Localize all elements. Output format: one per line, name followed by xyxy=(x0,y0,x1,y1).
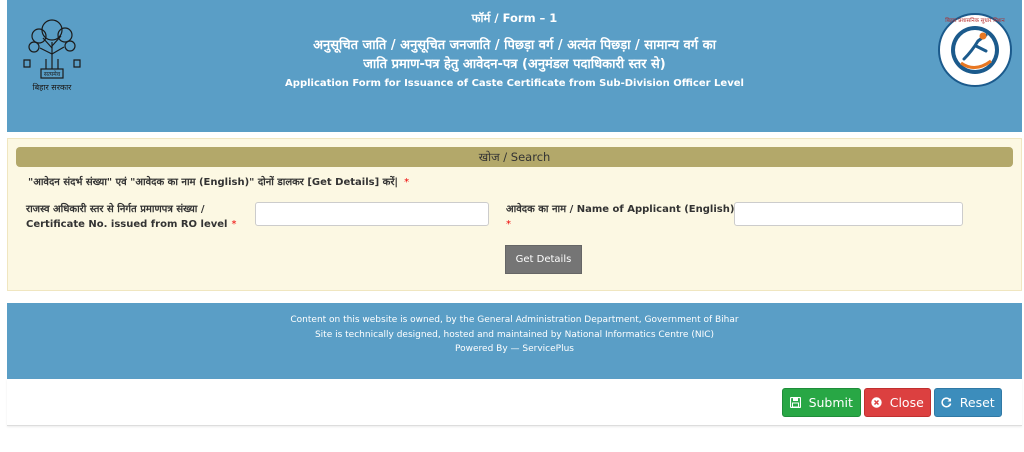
required-marker: * xyxy=(506,219,511,230)
footer-nic-text: Site is technically designed, hosted and… xyxy=(314,329,715,340)
form-title-hindi-line2: जाति प्रमाण-पत्र हेतु आवेदन-पत्र (अनुमंड… xyxy=(363,57,666,72)
admin-reform-mission-logo: बिहार प्रशासनिक सुधार मिशन xyxy=(936,11,1014,89)
footer-ownership-text: Content on this website is owned, by the… xyxy=(290,315,739,325)
search-instruction-text: "आवेदन संदर्भ संख्या" एवं "आवेदक का नाम … xyxy=(28,177,399,188)
applicant-name-input[interactable] xyxy=(734,202,963,226)
close-label: Close xyxy=(889,395,924,410)
save-icon xyxy=(789,396,805,410)
search-section-header: खोज / Search xyxy=(16,147,1013,167)
certificate-number-label-english: Certificate No. issued from RO level xyxy=(26,219,228,230)
search-panel: खोज / Search "आवेदन संदर्भ संख्या" एवं "… xyxy=(7,138,1022,291)
svg-text:सत्यमेव: सत्यमेव xyxy=(44,70,61,78)
page-header: सत्यमेव बिहार सरकार फॉर्म / Form – 1 अनु… xyxy=(7,0,1022,132)
footer-powered-by: Powered By — ServicePlus xyxy=(455,344,574,354)
reset-button[interactable]: Reset xyxy=(934,388,1002,417)
get-details-button[interactable]: Get Details xyxy=(505,245,582,274)
reset-label: Reset xyxy=(959,395,995,410)
certificate-number-label: राजस्व अधिकारी स्तर से निर्गत प्रमाणपत्र… xyxy=(26,202,236,232)
svg-text:बिहार सरकार: बिहार सरकार xyxy=(33,82,73,92)
bihar-government-logo: सत्यमेव बिहार सरकार xyxy=(21,14,83,92)
applicant-name-label: आवेदक का नाम / Name of Applicant (Englis… xyxy=(506,202,734,232)
submit-button[interactable]: Submit xyxy=(782,388,861,417)
refresh-icon xyxy=(941,397,956,410)
submit-label: Submit xyxy=(808,395,853,410)
close-button[interactable]: Close xyxy=(864,388,931,417)
close-circle-icon xyxy=(871,397,886,410)
search-instruction: "आवेदन संदर्भ संख्या" एवं "आवेदक का नाम … xyxy=(28,174,409,188)
form-title-english: Application Form for Issuance of Caste C… xyxy=(285,78,744,89)
form-title-block: फॉर्म / Form – 1 अनुसूचित जाति / अनुसूचि… xyxy=(147,10,882,91)
certificate-number-input[interactable] xyxy=(255,202,489,226)
form-title-hindi-line1: अनुसूचित जाति / अनुसूचित जनजाति / पिछड़ा… xyxy=(313,38,716,53)
svg-text:बिहार प्रशासनिक सुधार मिशन: बिहार प्रशासनिक सुधार मिशन xyxy=(945,17,1005,24)
form-number: फॉर्म / Form – 1 xyxy=(471,11,558,25)
required-marker: * xyxy=(404,177,410,188)
required-marker: * xyxy=(231,219,237,230)
applicant-name-label-text: आवेदक का नाम / Name of Applicant (Englis… xyxy=(506,204,735,215)
action-bar: Submit Close Reset xyxy=(7,379,1022,426)
page-footer: Content on this website is owned, by the… xyxy=(7,303,1022,379)
certificate-number-label-hindi: राजस्व अधिकारी स्तर से निर्गत प्रमाणपत्र… xyxy=(26,204,205,215)
